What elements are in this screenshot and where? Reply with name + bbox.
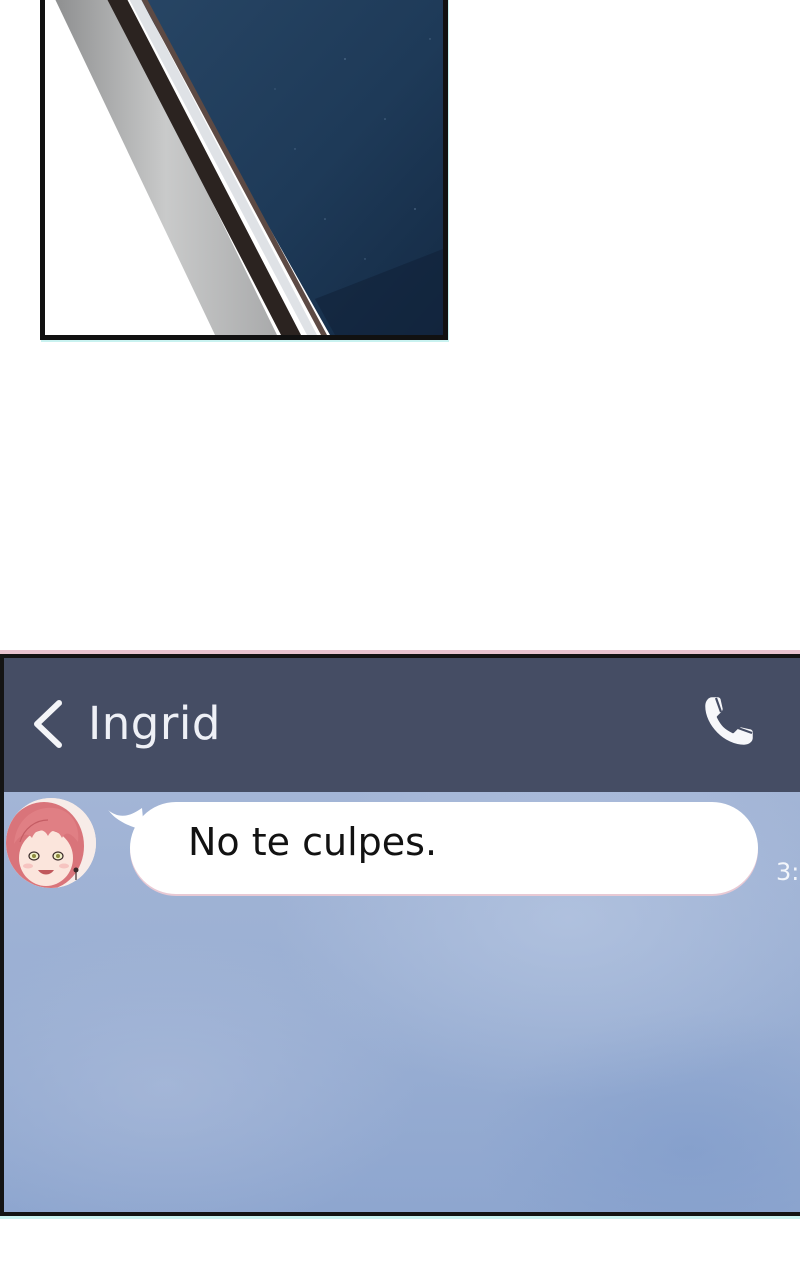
chevron-left-icon[interactable] (28, 698, 68, 750)
message-text: No te culpes. (188, 820, 438, 864)
contact-name: Ingrid (88, 697, 221, 750)
comic-page: Ingrid No te culpes. 3: (0, 0, 800, 1280)
chat-body: No te culpes. 3: (4, 792, 800, 1212)
avatar-pink-hair-girl (6, 798, 96, 888)
phone-icon[interactable] (698, 690, 760, 752)
message-bubble[interactable]: No te culpes. (130, 802, 758, 894)
chat-header: Ingrid (4, 658, 800, 792)
avatar[interactable] (6, 798, 96, 888)
comic-panel-window (40, 0, 448, 340)
chat-screen-panel: Ingrid No te culpes. 3: (0, 654, 800, 1216)
window-frame-illustration (45, 0, 443, 335)
message-timestamp: 3: (776, 858, 800, 886)
